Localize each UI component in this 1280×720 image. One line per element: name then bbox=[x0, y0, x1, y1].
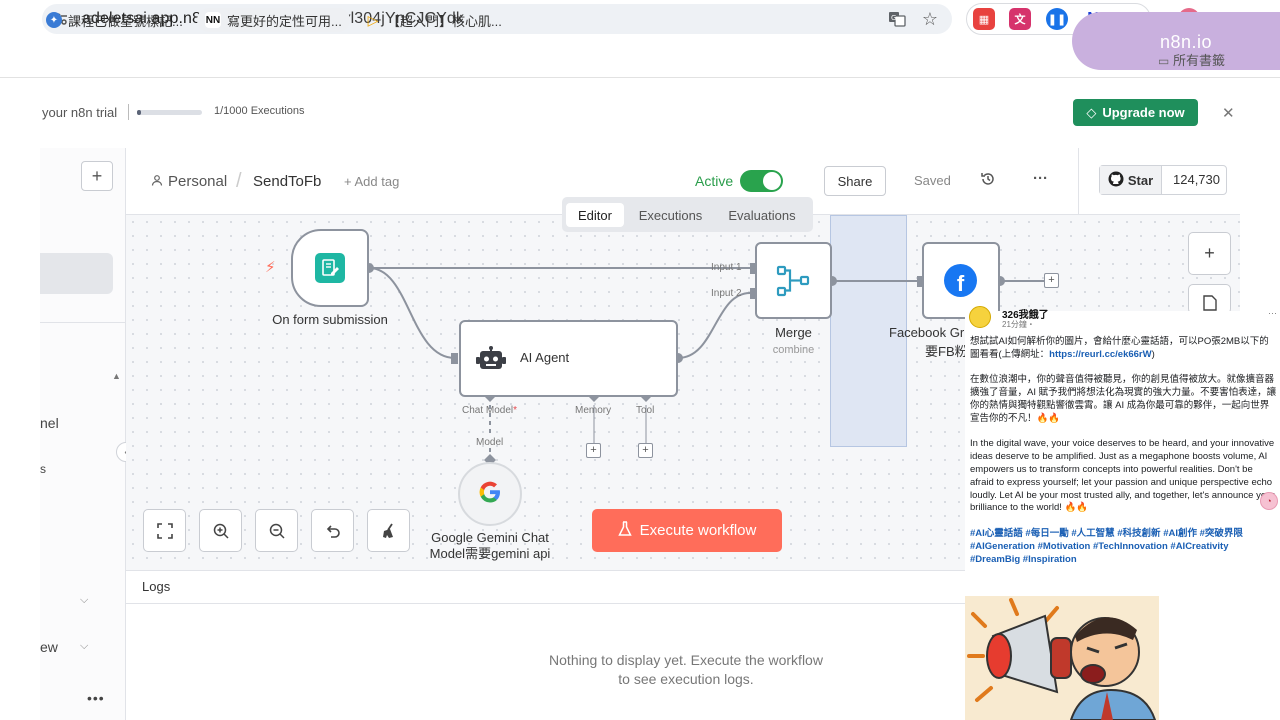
logs-divider bbox=[126, 603, 966, 604]
tab-executions[interactable]: Executions bbox=[632, 203, 709, 227]
facebook-node-label: Facebook Gr bbox=[889, 325, 965, 340]
sticky-note-button[interactable] bbox=[1188, 284, 1231, 314]
tidy-up-button[interactable] bbox=[367, 509, 410, 552]
add-memory-button[interactable]: + bbox=[586, 443, 601, 458]
megaphone-cartoon-image bbox=[965, 596, 1159, 720]
fit-view-icon bbox=[156, 522, 173, 539]
merge-input-2-label: Input 2 bbox=[711, 288, 742, 299]
memory-port-label: Memory bbox=[575, 405, 612, 416]
connection-agent-merge bbox=[677, 292, 751, 359]
chat-model-port-label: Chat Model* bbox=[462, 405, 517, 416]
all-bookmarks-label: 所有書籤 bbox=[1172, 53, 1225, 68]
logs-empty-message: Nothing to display yet. Execute the work… bbox=[549, 652, 823, 687]
facebook-icon: f bbox=[944, 264, 977, 297]
tab-editor[interactable]: Editor bbox=[566, 203, 624, 227]
execute-workflow-button[interactable]: Execute workflow bbox=[592, 509, 782, 552]
logs-panel bbox=[126, 570, 966, 720]
post-image[interactable] bbox=[965, 596, 1159, 720]
merge-icon bbox=[776, 264, 810, 303]
post-zh: 在數位浪潮中，你的聲音值得被聽見，你的創見值得被放大。就像擴音器擴強了音量，AI… bbox=[970, 374, 1277, 424]
reset-zoom-button[interactable] bbox=[311, 509, 354, 552]
facebook-node-label-2: 要FB粉 bbox=[925, 344, 968, 359]
google-icon bbox=[478, 480, 502, 510]
merge-input-1-label: Input 1 bbox=[711, 262, 742, 273]
agent-input-port bbox=[451, 353, 458, 364]
zoom-in-icon bbox=[213, 523, 229, 539]
logs-title[interactable]: Logs bbox=[142, 579, 170, 594]
merge-node-sublabel: combine bbox=[772, 344, 815, 356]
post-tags[interactable]: #AI心靈話語 #每日一勵 #人工智慧 #科技創新 #AI創作 #突破界限 #A… bbox=[970, 528, 1278, 566]
undo-icon bbox=[326, 524, 340, 538]
agent-node-label: AI Agent bbox=[520, 350, 570, 365]
gemini-node-label: Google Gemini Chat Model需要gemini api bbox=[429, 530, 551, 561]
add-node-button[interactable]: + bbox=[1044, 273, 1059, 288]
post-intro-end: ) bbox=[1151, 348, 1155, 360]
required-mark: * bbox=[513, 405, 518, 416]
folder-icon: ▭ bbox=[1158, 54, 1170, 68]
floating-bubble-icon[interactable]: ◔ bbox=[1260, 492, 1278, 510]
zoom-out-icon bbox=[269, 523, 285, 539]
chat-model-text: Chat Model bbox=[462, 405, 514, 416]
broom-icon bbox=[382, 523, 393, 538]
zoom-in-button[interactable] bbox=[199, 509, 242, 552]
post-more-icon[interactable]: ··· bbox=[1268, 308, 1277, 318]
fit-view-button[interactable] bbox=[143, 509, 186, 552]
flask-icon bbox=[617, 520, 632, 541]
post-time: 21分鐘・ bbox=[1002, 320, 1035, 329]
execute-label: Execute workflow bbox=[639, 522, 757, 539]
post-en: In the digital wave, your voice deserves… bbox=[970, 438, 1275, 514]
tool-port-label: Tool bbox=[636, 405, 655, 416]
merge-node-label: Merge bbox=[775, 325, 812, 340]
post-body: 想試試AI如何解析你的圖片，會給什麼心靈話語，可以PO張2MB以下的圖看看(上傳… bbox=[970, 336, 1278, 579]
note-icon bbox=[1202, 295, 1217, 311]
trigger-bolt-icon: ⚡ bbox=[265, 259, 276, 276]
post-intro: 想試試AI如何解析你的圖片，會給什麼心靈話語，可以PO張2MB以下的圖看看(上傳… bbox=[970, 336, 1278, 362]
robot-icon bbox=[475, 345, 507, 373]
zoom-out-button[interactable] bbox=[255, 509, 298, 552]
add-node-panel-button[interactable]: + bbox=[1188, 232, 1231, 275]
model-connection-label: Model bbox=[476, 437, 504, 448]
tab-evaluations[interactable]: Evaluations bbox=[722, 203, 802, 227]
add-tool-button[interactable]: + bbox=[638, 443, 653, 458]
post-avatar[interactable] bbox=[969, 306, 991, 328]
post-link[interactable]: https://reurl.cc/ek66rW bbox=[1049, 349, 1151, 360]
all-bookmarks[interactable]: ▭ 所有書籤 bbox=[1158, 50, 1225, 69]
form-node-label: On form submission bbox=[272, 312, 388, 327]
form-icon bbox=[315, 253, 345, 283]
